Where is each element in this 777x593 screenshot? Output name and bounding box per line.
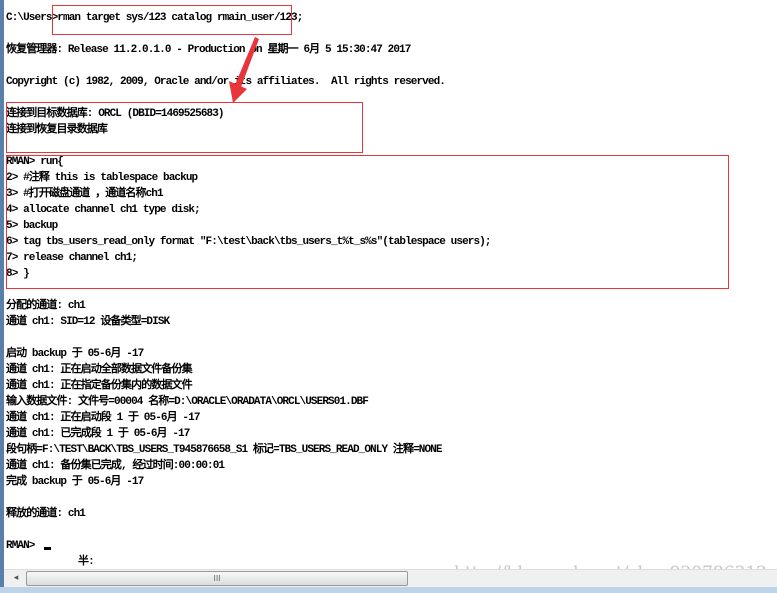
console-line-text: 通道 ch1: 正在指定备份集内的数据文件: [6, 380, 193, 392]
console-line-text: 释放的通道: ch1: [6, 508, 86, 520]
console-line: 通道 ch1: 正在启动段 1 于 05-6月 -17: [6, 410, 777, 426]
annotation-box-command: [52, 5, 292, 35]
console-line: 段句柄=F:\TEST\BACK\TBS_USERS_T945876658_S1…: [6, 442, 777, 458]
console-line: 恢复管理器: Release 11.2.0.1.0 - Production o…: [6, 42, 777, 58]
console-line-text: 通道 ch1: SID=12 设备类型=DISK: [6, 316, 170, 328]
console-line-text: 段句柄=F:\TEST\BACK\TBS_USERS_T945876658_S1…: [6, 444, 442, 456]
console-line-text: 恢复管理器: Release 11.2.0.1.0 - Production o…: [6, 44, 411, 56]
console-line-text: 启动 backup 于 05-6月 -17: [6, 348, 144, 360]
console-line-text: RMAN>: [6, 540, 41, 552]
horizontal-scrollbar[interactable]: ◂ III: [4, 569, 777, 587]
console-line: 分配的通道: ch1: [6, 298, 777, 314]
cursor-icon: [44, 547, 52, 550]
scrollbar-thumb[interactable]: III: [26, 571, 408, 586]
console-line-text: 完成 backup 于 05-6月 -17: [6, 476, 144, 488]
console-line-text: 通道 ch1: 已完成段 1 于 05-6月 -17: [6, 428, 190, 440]
console-line-text: 通道 ch1: 正在启动段 1 于 05-6月 -17: [6, 412, 200, 424]
scroll-left-icon[interactable]: ◂: [10, 572, 22, 585]
console-line: 输入数据文件: 文件号=00004 名称=D:\ORACLE\ORADATA\O…: [6, 394, 777, 410]
console-line: RMAN>: [6, 538, 777, 554]
console-line-text: 分配的通道: ch1: [6, 300, 86, 312]
console-line: 通道 ch1: 正在指定备份集内的数据文件: [6, 378, 777, 394]
console-line: 释放的通道: ch1: [6, 506, 777, 522]
window-bottom-border: [0, 587, 777, 593]
console-line: 通道 ch1: 已完成段 1 于 05-6月 -17: [6, 426, 777, 442]
grip-icon: III: [213, 574, 221, 583]
console-line: 完成 backup 于 05-6月 -17: [6, 474, 777, 490]
console-line: 通道 ch1: 正在启动全部数据文件备份集: [6, 362, 777, 378]
console-output[interactable]: C:\Users>rman target sys/123 catalog rma…: [6, 10, 777, 570]
annotation-box-connection: [6, 102, 363, 153]
console-line: Copyright (c) 1982, 2009, Oracle and/or …: [6, 74, 777, 90]
console-line: 通道 ch1: 备份集已完成, 经过时间:00:00:01: [6, 458, 777, 474]
annotation-arrow-icon: [229, 37, 259, 103]
console-line-text: 输入数据文件: 文件号=00004 名称=D:\ORACLE\ORADATA\O…: [6, 396, 369, 408]
annotation-box-run-block: [6, 155, 729, 289]
console-line: 启动 backup 于 05-6月 -17: [6, 346, 777, 362]
console-line-text: 通道 ch1: 正在启动全部数据文件备份集: [6, 364, 193, 376]
console-line-text: 通道 ch1: 备份集已完成, 经过时间:00:00:01: [6, 460, 225, 472]
window-border: [0, 0, 4, 593]
console-line: 通道 ch1: SID=12 设备类型=DISK: [6, 314, 777, 330]
